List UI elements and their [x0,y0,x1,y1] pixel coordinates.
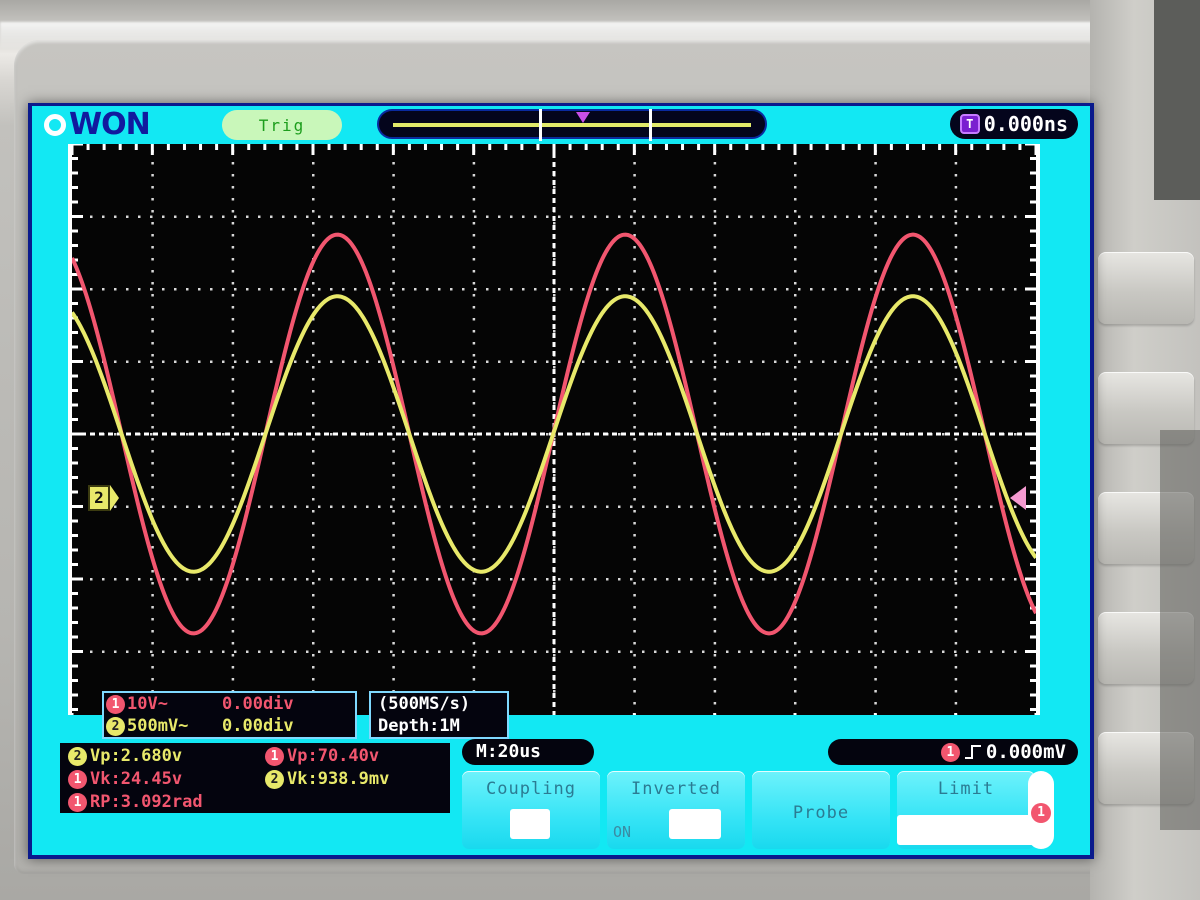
bottom-info-strip: 1 10V~ 0.00div 2 500mV~ 0.00div (500MS/s… [32,691,1090,855]
menu-key-probe[interactable]: Probe [752,771,890,849]
channel-2-scale: 500mV~ [127,716,189,736]
measurement-item[interactable]: 2 Vk:938.9mv [265,769,389,789]
channel-2-offset: 0.00div [222,716,294,736]
channel-2-row[interactable]: 2 500mV~ 0.00div [104,715,355,737]
status-bar: WON Trig T T 0.000ns [32,106,1090,168]
brand-logo: WON [44,107,151,142]
memory-depth-value: Depth:1M [378,716,460,736]
bezel-right-column [1090,0,1200,900]
timebase-readout: M:20us [462,739,594,765]
horizontal-position-readout: T 0.000ns [949,109,1078,139]
menu-scroll-badge: 1 [1031,803,1051,823]
memory-window-right-edge [649,109,652,141]
measurement-label: Vk:24.45v [90,769,183,789]
trigger-position-marker-icon [576,112,590,123]
channel-settings-box: 1 10V~ 0.00div 2 500mV~ 0.00div [102,691,357,739]
trigger-level-value: 0.000mV [985,741,1066,763]
waveform-svg [72,144,1036,724]
waveform-canvas [72,144,1036,724]
menu-key-label: Limit [937,779,995,799]
menu-scroll-indicator[interactable]: 1 [1028,771,1054,849]
menu-key-limit[interactable]: Limit [897,771,1035,849]
memory-position-bar[interactable] [377,109,767,141]
measurement-channel-badge: 1 [265,746,284,766]
measurement-label: Vk:938.9mv [287,769,390,789]
channel-2-marker-tip-icon [110,485,119,511]
menu-key-value-box[interactable] [897,815,1035,845]
bezel-shadow-right [1160,430,1200,830]
measurement-item[interactable]: 2 Vp:2.680v [68,746,182,766]
menu-key-value-box[interactable] [669,809,721,839]
trigger-status-badge[interactable]: Trig [222,110,342,140]
channel-1-badge: 1 [106,694,125,714]
menu-key-label: Probe [792,803,850,823]
memory-window-left-edge [539,109,542,141]
menu-key-value-box[interactable] [510,809,550,839]
measurement-channel-badge: 2 [265,769,284,789]
horizontal-position-value: 0.000ns [983,112,1068,136]
measurements-box: 2 Vp:2.680v 1 Vp:70.40v 1 Vk:24.45v 2 Vk… [60,743,450,813]
channel-1-row[interactable]: 1 10V~ 0.00div [104,693,355,715]
trigger-level-readout: 1 0.000mV [828,739,1078,765]
menu-key-label: Coupling [486,779,576,799]
channel-2-ground-marker[interactable]: 2 [88,485,119,511]
memory-bar-line [393,123,751,127]
sample-rate-value: (500MS/s) [378,694,471,714]
channel-1-scale: 10V~ [127,694,168,714]
measurement-channel-badge: 1 [68,769,87,789]
side-softkey-1[interactable] [1098,252,1194,324]
rising-edge-icon [964,745,981,759]
horizontal-position-badge-icon: T [959,114,980,134]
menu-key-sub-label: ON [613,823,632,841]
measurement-label: Vp:70.40v [287,746,380,766]
measurement-label: Vp:2.680v [90,746,183,766]
bezel-shadow-top [1154,0,1200,200]
oscilloscope-photo: WON Trig T T 0.000ns [0,0,1200,900]
measurement-channel-badge: 2 [68,746,87,766]
measurement-channel-badge: 1 [68,792,87,812]
channel-1-offset: 0.00div [222,694,294,714]
softkey-menu: Coupling Inverted ON Probe Limit 1 [462,771,1054,853]
measurement-item[interactable]: 1 RP:3.092rad [68,792,203,812]
trigger-channel-badge: 1 [940,742,960,762]
display-screen-outer: WON Trig T T 0.000ns [28,103,1094,859]
acquisition-box: (500MS/s) Depth:1M [369,691,509,739]
menu-key-inverted[interactable]: Inverted ON [607,771,745,849]
measurement-item[interactable]: 1 Vp:70.40v [265,746,379,766]
display-screen: WON Trig T T 0.000ns [32,106,1090,855]
menu-key-coupling[interactable]: Coupling [462,771,600,849]
measurement-item[interactable]: 1 Vk:24.45v [68,769,182,789]
trigger-level-arrow-icon[interactable] [1010,486,1026,510]
trigger-status-label: Trig [258,115,306,135]
brand-name: WON [69,107,151,142]
channel-2-marker-label: 2 [88,485,110,511]
owon-o-icon [44,114,66,136]
waveform-graticule[interactable]: 2 [68,144,1040,724]
menu-key-label: Inverted [631,779,721,799]
channel-2-badge: 2 [106,716,125,736]
measurement-label: RP:3.092rad [90,792,203,812]
